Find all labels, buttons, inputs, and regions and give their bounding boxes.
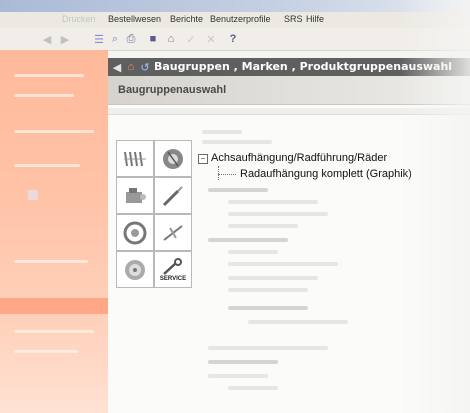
tree-item-placeholder (228, 224, 298, 228)
brake-disc-icon (123, 221, 147, 244)
tree-connector (218, 166, 220, 180)
section-title: Baugruppenauswahl (118, 84, 227, 96)
engine-icon (126, 187, 146, 203)
springs-icon (124, 151, 146, 166)
tree-item-child[interactable]: Radaufhängung komplett (Graphik) (240, 168, 412, 180)
tree-item-placeholder (202, 140, 272, 144)
icon-cell-tire[interactable] (116, 251, 154, 288)
tree-item-placeholder (208, 238, 288, 242)
header-divider (108, 108, 470, 115)
icon-cell-wheel[interactable] (154, 140, 192, 177)
tree-view: − Achsaufhängung/Radführung/Räder Radauf… (198, 126, 470, 396)
left-panel-placeholder (14, 260, 88, 263)
forward-icon[interactable]: ▶ (58, 32, 72, 46)
tree-connector (218, 174, 236, 176)
icon-cell-engine[interactable] (116, 177, 154, 214)
zoom-icon[interactable]: ⌕ (108, 32, 122, 46)
tree-item-placeholder (228, 386, 278, 390)
tree-item-placeholder (228, 212, 328, 216)
left-panel-icon (28, 190, 38, 200)
cancel-icon[interactable]: ✕ (204, 32, 218, 46)
print-icon[interactable]: ⎙ (124, 32, 138, 46)
left-panel-placeholder (14, 350, 78, 353)
menu-item-help[interactable]: Hilfe (306, 14, 324, 24)
tree-item-placeholder (228, 262, 338, 266)
screwdriver-icon (162, 185, 183, 206)
left-panel-placeholder (14, 330, 94, 333)
nav-title: Baugruppen , Marken , Produktgruppenausw… (154, 60, 453, 73)
menu-item-print[interactable]: Drucken (62, 14, 96, 24)
tree-item-placeholder (208, 374, 268, 378)
icon-cell-tools[interactable] (154, 177, 192, 214)
service-label: SERVICE (159, 275, 187, 282)
list-icon[interactable]: ☰ (92, 32, 106, 46)
menu-item-user-profiles[interactable]: Benutzerprofile (210, 14, 271, 24)
wrench-icon (163, 257, 182, 275)
icon-cell-service[interactable]: SERVICE (154, 251, 192, 288)
menu-item-reports[interactable]: Berichte (170, 14, 203, 24)
navigation-bar: ◀ ⌂ ↺ Baugruppen , Marken , Produktgrupp… (108, 58, 470, 76)
tree-item-placeholder (228, 288, 308, 292)
tree-item-placeholder (228, 250, 278, 254)
tire-icon (125, 259, 145, 280)
check-icon[interactable]: ✓ (184, 32, 198, 46)
menu-bar: Drucken Bestellwesen Berichte Benutzerpr… (0, 12, 470, 28)
tree-item-placeholder (228, 276, 318, 280)
menu-item-ordering[interactable]: Bestellwesen (108, 14, 161, 24)
tree-item-placeholder (228, 306, 308, 310)
left-panel (0, 50, 108, 413)
section-header: Baugruppenauswahl (108, 76, 470, 105)
nav-back-icon[interactable]: ◀ (110, 60, 124, 74)
help-icon[interactable]: ? (226, 32, 240, 46)
menu-item-srs[interactable]: SRS (284, 14, 303, 24)
left-panel-placeholder (14, 164, 80, 167)
left-panel-placeholder (14, 74, 84, 77)
tree-item-root[interactable]: Achsaufhängung/Radführung/Räder (211, 152, 387, 164)
window-title-bar (0, 0, 470, 12)
collapse-icon[interactable]: − (198, 154, 208, 164)
shock-absorber-icon (163, 224, 183, 241)
assembly-icon-grid: SERVICE (116, 140, 192, 290)
toolbar: ◀ ▶ ☰ ⌕ ⎙ ■ ⌂ ✓ ✕ ? (0, 28, 470, 51)
tree-item-placeholder (208, 188, 268, 192)
nav-refresh-icon[interactable]: ↺ (138, 60, 152, 74)
icon-cell-springs[interactable] (116, 140, 154, 177)
icon-cell-shocks[interactable] (154, 214, 192, 251)
icon-cell-brake[interactable] (116, 214, 154, 251)
tree-item-placeholder (248, 320, 348, 324)
left-panel-placeholder (14, 130, 94, 133)
tree-item-placeholder (208, 346, 328, 350)
nav-home-icon[interactable]: ⌂ (124, 60, 138, 74)
wheel-icon (163, 148, 183, 169)
left-panel-section-header (0, 298, 108, 314)
left-panel-placeholder (14, 94, 74, 97)
tree-item-placeholder (208, 360, 278, 364)
tree-item-placeholder (228, 200, 318, 204)
back-icon[interactable]: ◀ (40, 32, 54, 46)
cart-icon[interactable]: ⌂ (164, 32, 178, 46)
tree-item-placeholder (202, 130, 242, 134)
catalog-icon[interactable]: ■ (146, 32, 160, 46)
